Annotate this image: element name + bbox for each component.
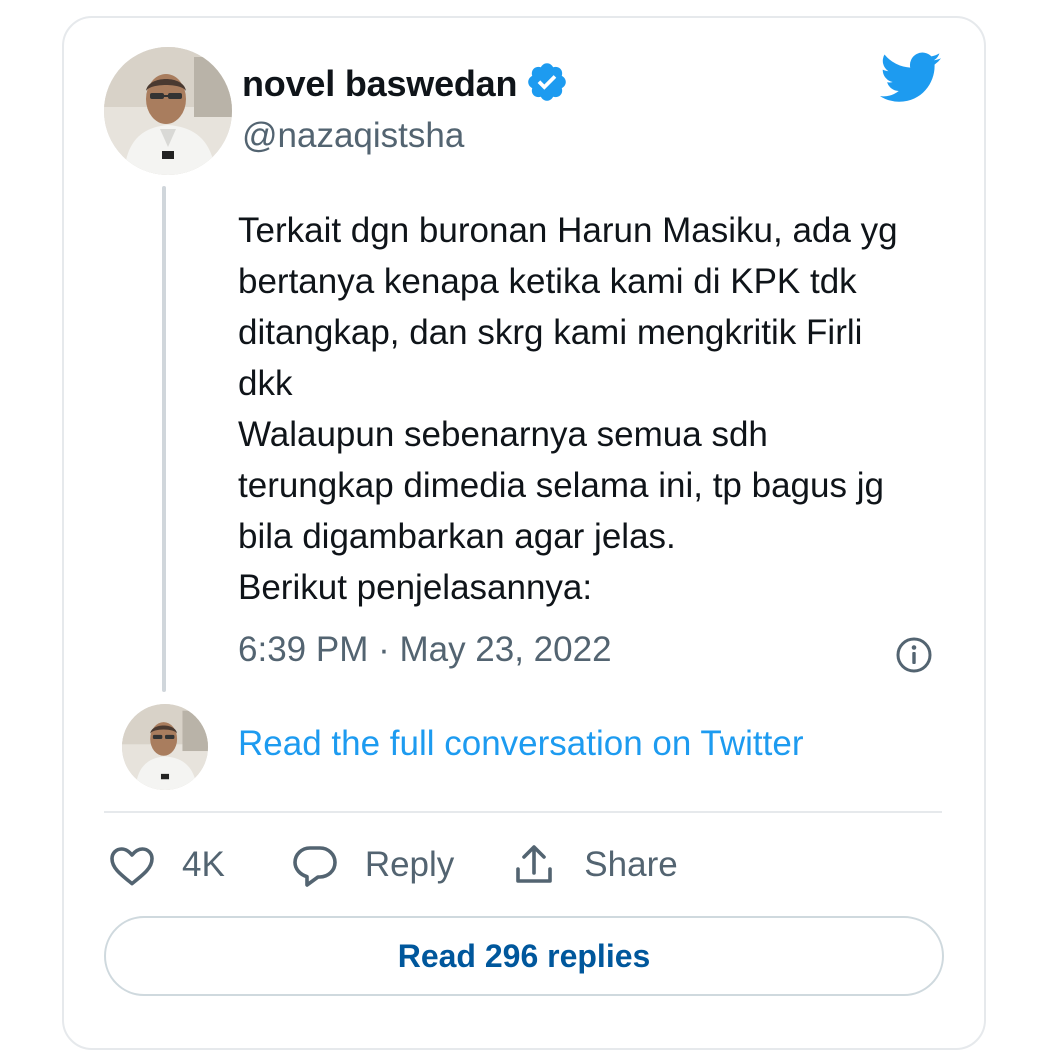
tweet-actions: 4K Reply Share (108, 838, 678, 892)
author-avatar-small[interactable] (122, 704, 208, 790)
author-name[interactable]: novel baswedan (242, 63, 517, 105)
like-count: 4K (182, 845, 225, 884)
tweet-text: Terkait dgn buronan Harun Masiku, ada yg… (238, 211, 898, 607)
thread-connector-line (162, 186, 166, 692)
like-button[interactable]: 4K (108, 843, 225, 887)
verified-badge-icon (517, 60, 569, 109)
twitter-bird-icon[interactable] (880, 52, 942, 104)
read-replies-button[interactable]: Read 296 replies (104, 916, 944, 996)
tweet-timestamp[interactable]: 6:39 PM · May 23, 2022 (238, 630, 612, 670)
read-full-conversation-link[interactable]: Read the full conversation on Twitter (238, 724, 804, 764)
share-button[interactable]: Share (510, 841, 678, 889)
info-icon[interactable] (895, 636, 933, 674)
reply-button[interactable]: Reply (291, 842, 454, 888)
author-avatar[interactable] (104, 47, 232, 175)
share-label: Share (584, 845, 678, 884)
reply-label: Reply (364, 845, 455, 884)
heart-icon (108, 843, 156, 887)
read-replies-label: Read 296 replies (397, 937, 651, 974)
author-name-row[interactable]: novel baswedan (242, 62, 569, 106)
divider (104, 811, 942, 813)
share-upload-icon (510, 841, 558, 889)
author-handle[interactable]: @nazaqistsha (242, 116, 464, 156)
speech-bubble-icon (291, 842, 339, 888)
